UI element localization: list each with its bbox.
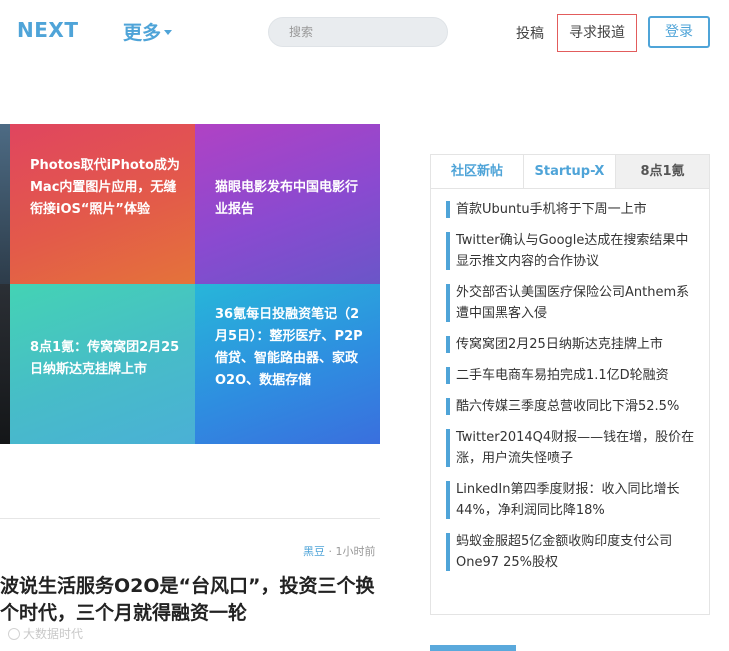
featured-tile-title: 36氪每日投融资笔记（2月5日）：整形医疗、P2P借贷、智能路由器、家政O2O、… xyxy=(215,307,363,388)
featured-tile[interactable]: Photos取代iPhoto成为Mac内置图片应用，无缝衔接iOS“照片”体验 xyxy=(10,124,195,284)
sidebar-tabs: 社区新帖 Startup-X 8点1氪 xyxy=(431,155,709,189)
watermark-logo-icon xyxy=(8,628,20,640)
section-accent-bar xyxy=(430,645,516,651)
search-input[interactable] xyxy=(268,17,448,47)
login-button[interactable]: 登录 xyxy=(648,16,710,48)
news-list: 首款Ubuntu手机将于下周一上市 Twitter确认与Google达成在搜索结果… xyxy=(446,199,698,573)
seek-coverage-link[interactable]: 寻求报道 xyxy=(557,14,637,52)
tile-image-strip[interactable] xyxy=(0,124,10,284)
caret-down-icon xyxy=(164,29,173,35)
news-item[interactable]: Twitter2014Q4财报——钱在增，股价在涨，用户流失怪喷子 xyxy=(446,427,698,469)
news-item[interactable]: 传窝窝团2月25日纳斯达克挂牌上市 xyxy=(446,334,698,355)
news-item[interactable]: Twitter确认与Google达成在搜索结果中显示推文内容的合作协议 xyxy=(446,230,698,272)
article-time: · 1小时前 xyxy=(328,545,376,558)
featured-tiles: Photos取代iPhoto成为Mac内置图片应用，无缝衔接iOS“照片”体验 … xyxy=(0,124,380,444)
news-item[interactable]: 二手车电商车易拍完成1.1亿D轮融资 xyxy=(446,365,698,386)
featured-tile-title: Photos取代iPhoto成为Mac内置图片应用，无缝衔接iOS“照片”体验 xyxy=(30,158,180,217)
section-divider xyxy=(0,518,380,519)
watermark: 大数据时代 xyxy=(8,625,83,642)
news-item[interactable]: 首款Ubuntu手机将于下周一上市 xyxy=(446,199,698,220)
featured-tile[interactable]: 猫眼电影发布中国电影行业报告 xyxy=(195,124,380,284)
news-item[interactable]: 外交部否认美国医疗保险公司Anthem系遭中国黑客入侵 xyxy=(446,282,698,324)
featured-tile-title: 猫眼电影发布中国电影行业报告 xyxy=(215,180,359,217)
news-sidebar: 社区新帖 Startup-X 8点1氪 首款Ubuntu手机将于下周一上市 Twi… xyxy=(430,154,710,615)
news-item[interactable]: 酷六传媒三季度总营收同比下滑52.5% xyxy=(446,396,698,417)
article-title[interactable]: 波说生活服务O2O是“台风口”，投资三个换个时代，三个月就得融资一轮 xyxy=(0,573,380,627)
article-meta: 黑豆 · 1小时前 xyxy=(303,543,376,559)
contribute-link[interactable]: 投稿 xyxy=(516,23,544,43)
tab-startup-x[interactable]: Startup-X xyxy=(524,155,616,189)
more-menu[interactable]: 更多 xyxy=(123,18,173,45)
featured-tile[interactable]: 36氪每日投融资笔记（2月5日）：整形医疗、P2P借贷、智能路由器、家政O2O、… xyxy=(195,284,380,444)
tab-community-posts[interactable]: 社区新帖 xyxy=(431,155,524,189)
watermark-text: 大数据时代 xyxy=(23,627,84,641)
news-item[interactable]: LinkedIn第四季度财报：收入同比增长44%，净利润同比降18% xyxy=(446,479,698,521)
site-header: NEXT 更多 投稿 寻求报道 登录 xyxy=(0,0,729,64)
article-author[interactable]: 黑豆 xyxy=(303,545,325,558)
featured-tile-title: 8点1氪：传窝窝团2月25日纳斯达克挂牌上市 xyxy=(30,340,180,377)
featured-tile[interactable]: 8点1氪：传窝窝团2月25日纳斯达克挂牌上市 xyxy=(10,284,195,444)
news-item[interactable]: 蚂蚁金服超5亿金额收购印度支付公司One97 25%股权 xyxy=(446,531,698,573)
more-menu-label: 更多 xyxy=(123,22,162,44)
site-logo[interactable]: NEXT xyxy=(17,18,78,42)
tab-8-dian-1-kr[interactable]: 8点1氪 xyxy=(616,155,709,189)
tile-image-strip[interactable] xyxy=(0,284,10,444)
